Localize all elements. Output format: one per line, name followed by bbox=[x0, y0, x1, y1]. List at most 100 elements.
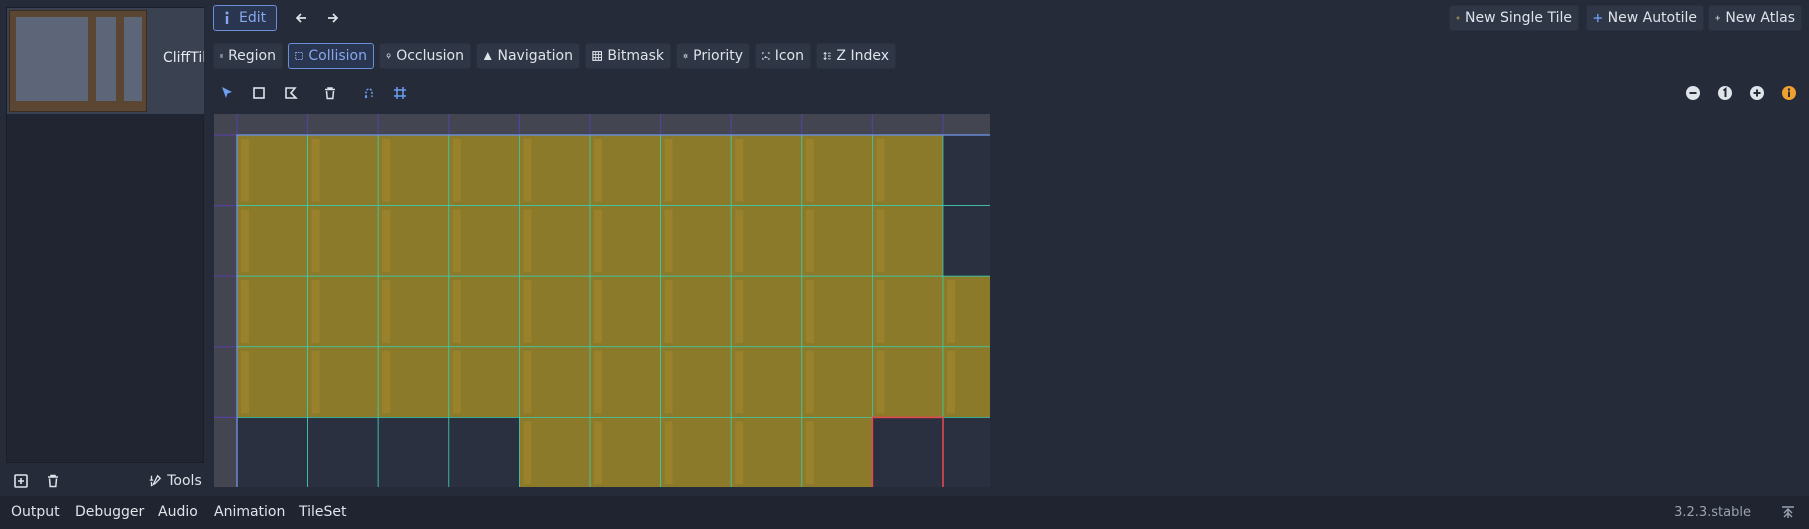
help-info-button[interactable] bbox=[1779, 83, 1799, 103]
tab-debugger[interactable]: Debugger bbox=[75, 504, 144, 520]
plus-icon bbox=[1715, 15, 1721, 21]
selected-tile[interactable] bbox=[871, 416, 944, 487]
tileset-item-label: CliffTil bbox=[163, 50, 204, 66]
snap-toggle-button[interactable] bbox=[359, 83, 379, 103]
empty-tile[interactable] bbox=[448, 416, 520, 487]
zoom-in-button[interactable] bbox=[1747, 83, 1767, 103]
tab-tileset[interactable]: TileSet bbox=[299, 504, 347, 520]
empty-tile[interactable] bbox=[942, 416, 990, 487]
select-tool-button[interactable] bbox=[217, 83, 237, 103]
tile-texture bbox=[735, 139, 744, 202]
edit-button[interactable]: Edit bbox=[213, 5, 277, 31]
new-single-tile-button[interactable]: New Single Tile bbox=[1449, 5, 1579, 31]
prev-button[interactable] bbox=[287, 5, 315, 31]
tile-texture bbox=[594, 139, 602, 202]
lightbulb-icon bbox=[386, 53, 391, 59]
edit-mode-tabs: Region Collision Occlusion Navigation Bi… bbox=[207, 40, 1809, 74]
bottom-panel-tabs: Output Debugger Audio Animation TileSet … bbox=[0, 496, 1809, 529]
expand-panel-button[interactable] bbox=[1779, 503, 1797, 521]
mode-icon-button[interactable]: Icon bbox=[755, 43, 811, 69]
tile-texture bbox=[382, 209, 391, 273]
tools-menu-button[interactable]: Tools bbox=[146, 470, 204, 492]
thumbnail-detail bbox=[124, 17, 142, 101]
mode-label: Bitmask bbox=[607, 48, 664, 64]
info-icon bbox=[220, 11, 234, 25]
empty-tile[interactable] bbox=[942, 205, 990, 277]
tile-texture bbox=[664, 209, 673, 273]
polygon-tool-button[interactable] bbox=[281, 83, 301, 103]
tileset-list-actions: Tools bbox=[6, 466, 204, 496]
tile-texture bbox=[594, 421, 602, 484]
info-icon bbox=[1782, 86, 1796, 100]
cursor-icon bbox=[222, 87, 232, 98]
tile-texture bbox=[241, 280, 249, 343]
mode-region-button[interactable]: Region bbox=[213, 43, 283, 69]
remove-texture-button[interactable] bbox=[42, 470, 64, 492]
mode-navigation-button[interactable]: Navigation bbox=[476, 43, 580, 69]
zoom-reset-button[interactable] bbox=[1715, 83, 1735, 103]
plus-icon bbox=[1456, 16, 1460, 20]
trash-icon bbox=[48, 474, 58, 488]
mode-z-index-button[interactable]: Z Index bbox=[816, 43, 896, 69]
tile-texture bbox=[452, 209, 461, 273]
collision-icon bbox=[295, 51, 304, 61]
z-index-icon bbox=[823, 51, 831, 61]
tab-audio[interactable]: Audio bbox=[158, 504, 198, 520]
tile-texture bbox=[805, 280, 814, 343]
empty-tile[interactable] bbox=[377, 416, 450, 487]
trash-icon bbox=[325, 87, 335, 100]
tile-texture bbox=[382, 350, 391, 414]
tab-animation[interactable]: Animation bbox=[214, 504, 285, 520]
tile-texture bbox=[452, 280, 461, 343]
mode-collision-button[interactable]: Collision bbox=[288, 43, 374, 69]
mode-label: Occlusion bbox=[396, 48, 464, 64]
tab-output[interactable]: Output bbox=[11, 504, 60, 520]
tile-texture bbox=[523, 350, 532, 414]
mode-label: Collision bbox=[308, 48, 367, 64]
mode-priority-button[interactable]: Priority bbox=[676, 43, 750, 69]
zoom-out-icon bbox=[1686, 86, 1700, 100]
zoom-out-button[interactable] bbox=[1683, 83, 1703, 103]
new-atlas-button[interactable]: New Atlas bbox=[1708, 5, 1802, 31]
arrow-right-icon bbox=[328, 13, 339, 23]
empty-tile[interactable] bbox=[236, 416, 308, 487]
arrow-left-icon bbox=[295, 13, 306, 23]
tile-texture bbox=[241, 139, 249, 202]
tile-texture bbox=[664, 421, 673, 484]
rectangle-tool-button[interactable] bbox=[249, 83, 269, 103]
tile-texture bbox=[735, 280, 744, 343]
tile-texture bbox=[311, 280, 320, 343]
tile-texture bbox=[311, 350, 320, 414]
tile-texture bbox=[241, 350, 249, 414]
mode-occlusion-button[interactable]: Occlusion bbox=[379, 43, 471, 69]
empty-tile[interactable] bbox=[942, 134, 990, 206]
zoom-reset-icon bbox=[1718, 86, 1732, 100]
tile-texture bbox=[876, 350, 885, 414]
tile-texture bbox=[876, 280, 885, 343]
tile-texture bbox=[241, 209, 249, 273]
image-icon bbox=[762, 52, 770, 60]
tile-texture bbox=[664, 280, 673, 343]
tile-texture bbox=[735, 350, 744, 414]
tileset-canvas[interactable] bbox=[214, 114, 990, 487]
collision-tools bbox=[207, 78, 1809, 108]
empty-tile[interactable] bbox=[307, 416, 379, 487]
mode-bitmask-button[interactable]: Bitmask bbox=[585, 43, 671, 69]
new-autotile-button[interactable]: New Autotile bbox=[1586, 5, 1704, 31]
mode-label: Navigation bbox=[497, 48, 573, 64]
new-autotile-label: New Autotile bbox=[1607, 10, 1697, 26]
tile-texture bbox=[382, 139, 391, 202]
tile-texture bbox=[311, 139, 320, 202]
grid-snap-button[interactable] bbox=[390, 83, 410, 103]
tile-texture bbox=[452, 350, 461, 414]
tile-grid[interactable] bbox=[214, 114, 990, 487]
thumbnail-detail bbox=[96, 17, 116, 101]
delete-shape-button[interactable] bbox=[320, 83, 340, 103]
next-button[interactable] bbox=[319, 5, 347, 31]
tile-texture bbox=[523, 139, 532, 202]
tile-texture bbox=[805, 139, 814, 202]
add-texture-button[interactable] bbox=[10, 470, 32, 492]
zoom-in-icon bbox=[1750, 86, 1764, 100]
tile-texture bbox=[876, 209, 885, 273]
tile-texture bbox=[664, 139, 673, 202]
